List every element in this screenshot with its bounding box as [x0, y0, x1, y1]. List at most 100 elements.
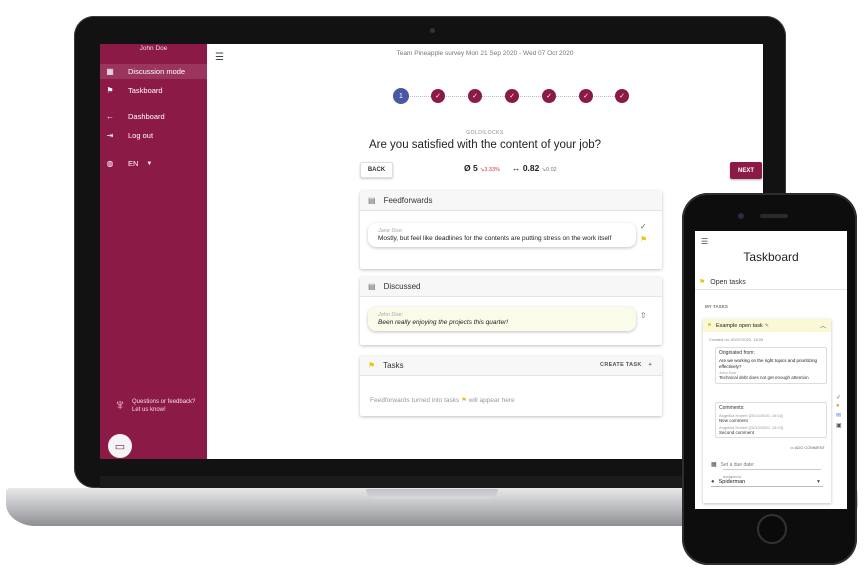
- back-button[interactable]: BACK: [360, 162, 393, 178]
- phone-speaker: [760, 214, 788, 218]
- sidebar-item-discussion-mode[interactable]: ▦ Discussion mode: [100, 64, 207, 79]
- edit-icon[interactable]: ✎: [765, 323, 769, 329]
- comments-box: Comments: Angelika Hobert [20/10/2020, 1…: [715, 402, 827, 438]
- feedforward-bubble[interactable]: Jane Doe: Mostly, but feel like deadline…: [368, 223, 636, 247]
- chevron-up-icon[interactable]: ︿: [820, 321, 826, 330]
- sidebar: John Doe ▦ Discussion mode ⚑ Taskboard ←…: [100, 44, 207, 459]
- spread-value: 0.82: [522, 163, 540, 173]
- create-task-label: CREATE TASK: [600, 362, 642, 368]
- comment-icon: ▤: [368, 196, 376, 205]
- step-done-check-icon[interactable]: ✓: [615, 89, 629, 103]
- arrow-left-icon: ←: [106, 112, 114, 121]
- person-icon[interactable]: ●: [836, 403, 840, 409]
- comment-add-icon: ▭: [790, 445, 794, 450]
- flag-icon: ⚑: [106, 86, 114, 95]
- tasks-empty-after: will appear here: [468, 397, 515, 404]
- language-label: EN: [128, 159, 139, 168]
- tasks-empty-state: Feedforwards turned into tasks ⚑ will ap…: [370, 396, 515, 404]
- task-header[interactable]: ⚑ Example open task ✎ ︿: [703, 319, 831, 332]
- upload-icon[interactable]: ⇧: [640, 311, 647, 320]
- next-button[interactable]: NEXT: [730, 162, 762, 179]
- feedback-text: Questions or feedback? Let us know!: [132, 398, 195, 414]
- average-delta: ↘3.33%: [479, 167, 500, 173]
- question-stats: Ø 5 ↘3.33% ↔ 0.82 ↘0.02: [464, 163, 557, 173]
- step-done-check-icon[interactable]: ✓: [468, 89, 482, 103]
- device-mockup: John Doe ▦ Discussion mode ⚑ Taskboard ←…: [0, 0, 864, 573]
- laptop-screen: John Doe ▦ Discussion mode ⚑ Taskboard ←…: [100, 44, 763, 459]
- feedback-line-2: Let us know!: [132, 407, 166, 413]
- laptop-camera: [430, 28, 435, 33]
- main-content: ☰ Team Pineapple survey Mon 21 Sep 2020 …: [207, 44, 763, 459]
- question-stepper: 1 ✓ ✓ ✓ ✓ ✓ ✓: [393, 88, 633, 106]
- average-symbol: Ø: [464, 163, 471, 173]
- task-card: ⚑ Example open task ✎ ︿ Created on: 00/0…: [703, 319, 831, 503]
- caret-down-icon: ▼: [816, 479, 821, 485]
- logout-icon: ⇥: [106, 131, 114, 140]
- hamburger-menu-icon[interactable]: ☰: [701, 237, 708, 246]
- discussed-text: Been really enjoying the projects this q…: [378, 319, 509, 326]
- discussed-card: ▤ Discussed John Doe: Been really enjoyi…: [360, 277, 662, 345]
- discussed-title: Discussed: [383, 282, 421, 291]
- feedforwards-title: Feedforwards: [383, 196, 433, 205]
- discussed-author: John Doe:: [378, 312, 404, 318]
- sidebar-item-label: Discussion mode: [128, 67, 186, 76]
- sidebar-item-logout[interactable]: ⇥ Log out: [104, 128, 204, 143]
- user-icon: ●: [711, 479, 715, 485]
- flag-icon: ⚑: [461, 397, 467, 404]
- flag-icon: ⚑: [368, 361, 376, 370]
- phone-camera: [738, 213, 744, 219]
- task-title: Example open task: [715, 322, 763, 329]
- flag-icon: ⚑: [707, 322, 712, 329]
- step-done-check-icon[interactable]: ✓: [542, 89, 556, 103]
- step-done-check-icon[interactable]: ✓: [431, 89, 445, 103]
- check-icon[interactable]: ✓: [836, 394, 841, 401]
- phone-home-button[interactable]: [757, 514, 787, 544]
- open-tasks-header: ⚑ Open tasks: [695, 275, 847, 290]
- sidebar-item-label: Log out: [128, 131, 154, 140]
- feedback-link[interactable]: ♆ Questions or feedback? Let us know!: [114, 398, 195, 414]
- globe-icon: ◍: [106, 159, 114, 168]
- flag-icon: ⚑: [699, 279, 706, 286]
- mail-icon[interactable]: ✉: [836, 412, 841, 419]
- question-text: Are you satisfied with the content of yo…: [368, 139, 602, 151]
- sidebar-item-dashboard[interactable]: ← Dashboard: [104, 109, 204, 124]
- discussed-bubble[interactable]: John Doe: Been really enjoying the proje…: [368, 307, 636, 331]
- archive-icon[interactable]: ▣: [836, 422, 842, 429]
- assignee-select[interactable]: ● Spiderman ▼: [711, 479, 823, 487]
- due-date-underline: [723, 469, 821, 470]
- flag-icon[interactable]: ⚑: [640, 235, 647, 244]
- my-tasks-label: MY TASKS: [705, 304, 728, 309]
- add-comment-button[interactable]: ▭ ADD COMMENT: [790, 445, 825, 450]
- add-comment-label: ADD COMMENT: [794, 445, 825, 450]
- due-date-field[interactable]: ▦ Set a due date:: [711, 461, 755, 469]
- feedback-logo-icon: ♆: [114, 397, 126, 414]
- step-done-check-icon[interactable]: ✓: [505, 89, 519, 103]
- sidebar-item-taskboard[interactable]: ⚑ Taskboard: [104, 83, 204, 98]
- comments-label: Comments:: [719, 405, 745, 411]
- survey-title: Team Pineapple survey Mon 21 Sep 2020 - …: [396, 50, 574, 57]
- sidebar-item-label: Taskboard: [128, 86, 163, 95]
- originated-question: Are we working on the right topics and p…: [719, 358, 818, 369]
- laptop-notch: [366, 489, 498, 499]
- step-current[interactable]: 1: [393, 88, 409, 104]
- originated-text: Technical debt does not get enough atten…: [719, 375, 809, 380]
- feedforward-author: Jane Doe:: [378, 228, 404, 234]
- step-done-check-icon[interactable]: ✓: [579, 89, 593, 103]
- language-selector[interactable]: ◍ EN ▼: [104, 156, 204, 171]
- comment-icon: ▤: [368, 282, 376, 291]
- originated-box: Originated from: Are we working on the r…: [715, 347, 827, 384]
- average-value: 5: [473, 163, 478, 173]
- spread-symbol: ↔: [511, 163, 521, 173]
- comment-text: Second comment: [719, 429, 755, 435]
- check-icon[interactable]: ✓: [640, 222, 647, 231]
- create-task-button[interactable]: CREATE TASK +: [600, 362, 652, 368]
- caret-down-icon: ▼: [146, 160, 153, 167]
- comment-text: New comment: [719, 418, 748, 423]
- chat-button[interactable]: ▭: [108, 434, 132, 458]
- task-created-on: Created on: 00/07/2020, 18:09: [709, 337, 764, 342]
- open-tasks-title: Open tasks: [710, 278, 746, 286]
- calendar-icon: ▦: [106, 67, 114, 76]
- question-category: GOLDILOCKS: [466, 130, 504, 136]
- chat-icon: ▭: [114, 440, 126, 453]
- due-date-label: Set a due date:: [720, 461, 755, 468]
